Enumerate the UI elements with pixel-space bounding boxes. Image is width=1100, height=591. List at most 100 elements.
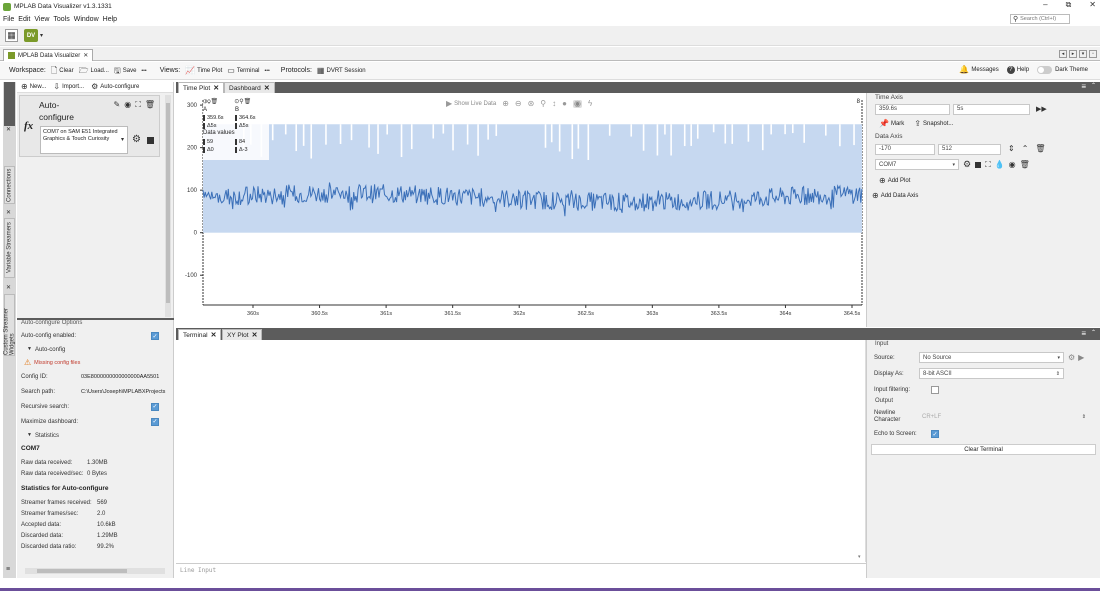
tab-xy-close-icon[interactable]: ✕ xyxy=(252,331,258,339)
terminal-input[interactable]: Line Input xyxy=(176,563,866,576)
terminal-button[interactable]: ▭ Terminal xyxy=(227,66,259,75)
tab-dashboard[interactable]: Dashboard ✕ xyxy=(224,82,275,93)
statistics-section-header[interactable]: ▼ Statistics xyxy=(21,429,171,442)
zoom-fit-icon[interactable]: ⊛ xyxy=(528,100,535,108)
panel-collapse-icon[interactable]: ⌃ xyxy=(1091,83,1096,89)
recursive-checkbox[interactable]: ✓ xyxy=(151,402,159,411)
panel-menu-icon[interactable]: ≡ xyxy=(1081,83,1086,91)
doc-tab-close-icon[interactable]: ✕ xyxy=(83,53,88,59)
filtering-checkbox[interactable] xyxy=(931,385,939,394)
time-start-input[interactable]: 359.6s xyxy=(875,103,950,115)
fast-forward-icon[interactable]: ▶▶ xyxy=(1036,106,1047,113)
add-axis-button[interactable]: ⊕ Add Data Axis xyxy=(867,189,1100,203)
menu-tools[interactable]: Tools xyxy=(53,16,69,23)
add-plot-button[interactable]: ⊕ Add Plot xyxy=(867,173,1100,189)
display-select[interactable]: 8-bit ASCII ⇕ xyxy=(919,368,1064,379)
vertical-fit-icon[interactable]: ⇕ xyxy=(1008,145,1015,153)
data-max-input[interactable]: 512 xyxy=(938,143,1001,155)
droplet-icon[interactable]: 💧 xyxy=(995,160,1005,169)
term-panel-menu-icon[interactable]: ≡ xyxy=(1081,330,1086,338)
dvrt-button[interactable]: ▦ DVRT Session xyxy=(317,66,366,75)
menu-file[interactable]: File xyxy=(3,16,14,23)
doc-maximize-icon[interactable]: ▫ xyxy=(1089,50,1097,58)
term-source-select[interactable]: No Source ▾ xyxy=(919,352,1064,363)
clear-button[interactable]: 🗋 Clear xyxy=(51,66,74,75)
new-button[interactable]: ⊕ New... xyxy=(21,83,46,91)
bolt-icon[interactable]: ϟ xyxy=(588,100,592,108)
side-tab-close-icon-3[interactable]: ✕ xyxy=(6,285,11,291)
data-min-input[interactable]: -170 xyxy=(875,143,935,155)
source-gear-icon[interactable]: ⚙ xyxy=(963,160,971,169)
auto-config-card[interactable]: fx Auto- configure ✎ ◉ ⛶ 🗑 COM7 on SAM E… xyxy=(19,95,160,157)
maximize-checkbox[interactable]: ✓ xyxy=(151,417,159,426)
tab-terminal[interactable]: Terminal ✕ xyxy=(178,329,222,340)
search-path-value[interactable]: C:\Users\Joseph\MPLABXProjects xyxy=(81,389,171,395)
workspace-more-button[interactable]: ••• xyxy=(141,68,146,74)
eye-icon[interactable]: ◉ xyxy=(124,101,131,109)
import-button[interactable]: ⇩ Import... xyxy=(53,83,84,91)
zoom-in-icon[interactable]: ⊕ xyxy=(502,100,509,108)
zoom-out-icon[interactable]: ⊖ xyxy=(515,100,522,108)
mark-button[interactable]: 📌 Mark xyxy=(879,120,904,128)
menu-edit[interactable]: Edit xyxy=(18,16,30,23)
left-scrollbar[interactable] xyxy=(165,95,171,317)
tab-close-icon-2[interactable]: ✕ xyxy=(264,84,270,92)
maximize-icon[interactable]: ⧉ xyxy=(1066,1,1072,9)
messages-button[interactable]: 🔔 Messages xyxy=(959,66,998,74)
help-button[interactable]: ? Help xyxy=(1006,66,1029,74)
settings-gear-icon[interactable]: ⚙ xyxy=(132,135,141,145)
views-more-button[interactable]: ••• xyxy=(265,68,270,74)
source-plot-icon[interactable]: ⛶ xyxy=(985,160,991,169)
enabled-checkbox[interactable]: ✓ xyxy=(151,332,159,340)
dropdown-caret-icon[interactable]: ▾ xyxy=(40,33,43,39)
term-source-play-icon[interactable]: ▶ xyxy=(1078,353,1084,362)
term-panel-collapse-icon[interactable]: ⌃ xyxy=(1091,330,1096,336)
tab-close-icon[interactable]: ✕ xyxy=(213,84,219,92)
tab-time-plot[interactable]: Time Plot ✕ xyxy=(178,82,225,93)
device-select[interactable]: COM7 on SAM E51 Integrated Graphics & To… xyxy=(40,126,128,154)
pin-icon[interactable]: ⚲ xyxy=(540,100,546,108)
dv-launcher-icon[interactable]: DV xyxy=(24,29,38,42)
side-tab-custom-widgets[interactable]: Custom Streamer Widgets xyxy=(4,294,16,356)
source-trash-icon[interactable]: 🗑 xyxy=(1020,160,1030,169)
plot-icon[interactable]: ⛶ xyxy=(135,101,141,109)
close-icon[interactable]: ✕ xyxy=(1089,1,1096,9)
minimize-icon[interactable]: – xyxy=(1043,1,1047,9)
search-box[interactable]: ⚲ Search (Ctrl+I) xyxy=(1010,14,1070,24)
echo-checkbox[interactable]: ✓ xyxy=(931,430,939,438)
dark-theme-toggle[interactable]: Dark Theme xyxy=(1037,66,1088,74)
source-stop-icon[interactable] xyxy=(975,161,982,168)
side-tab-close-icon-2[interactable]: ✕ xyxy=(6,210,11,216)
doc-tab[interactable]: MPLAB Data Visualizer ✕ xyxy=(3,49,94,61)
side-tab-close-icon[interactable]: ✕ xyxy=(6,127,11,133)
cursor-a-icons[interactable]: ⦶⚲🗑 xyxy=(203,99,218,105)
term-source-gear-icon[interactable]: ⚙ xyxy=(1068,353,1075,362)
collapse-axis-icon[interactable]: ⌃ xyxy=(1022,145,1029,153)
dot-icon[interactable]: ● xyxy=(562,100,567,108)
side-tab-connections[interactable]: Connections xyxy=(4,166,15,204)
time-plot-button[interactable]: 📈 Time Plot xyxy=(185,66,222,75)
show-live-button[interactable]: ▶ Show Live Data xyxy=(446,100,496,108)
left-h-scrollbar[interactable] xyxy=(25,568,165,574)
scroll-right-icon[interactable]: ▸ xyxy=(1069,50,1077,58)
tab-terminal-close-icon[interactable]: ✕ xyxy=(211,331,217,339)
cursor-b-icons[interactable]: ⊙⚲🗑 xyxy=(234,99,251,105)
scroll-left-icon[interactable]: ◂ xyxy=(1059,50,1067,58)
trash-icon[interactable]: 🗑 xyxy=(145,101,155,109)
menu-view[interactable]: View xyxy=(34,16,49,23)
autoconfig-section-header[interactable]: ▼ Auto-config xyxy=(21,343,171,356)
side-menu-icon[interactable]: ≡ xyxy=(6,566,10,573)
terminal-scrollbar[interactable]: ▾ xyxy=(858,340,864,562)
doc-list-icon[interactable]: ▾ xyxy=(1079,50,1087,58)
stop-icon[interactable] xyxy=(147,137,154,144)
scroll-down-icon[interactable]: ▾ xyxy=(858,555,861,560)
load-button[interactable]: 🗁 Load... xyxy=(79,66,109,75)
view-eye-icon[interactable]: ◉ xyxy=(573,100,582,108)
time-span-input[interactable]: 5s xyxy=(953,103,1030,115)
source-select[interactable]: COM7 ▾ xyxy=(875,159,959,170)
side-tab-variable-streamers[interactable]: Variable Streamers xyxy=(4,218,15,278)
auto-configure-button[interactable]: ⚙ Auto-configure xyxy=(91,83,139,91)
clear-terminal-button[interactable]: Clear Terminal xyxy=(871,444,1096,455)
axis-trash-icon[interactable]: 🗑 xyxy=(1035,145,1045,153)
edit-icon[interactable]: ✎ xyxy=(114,101,121,109)
